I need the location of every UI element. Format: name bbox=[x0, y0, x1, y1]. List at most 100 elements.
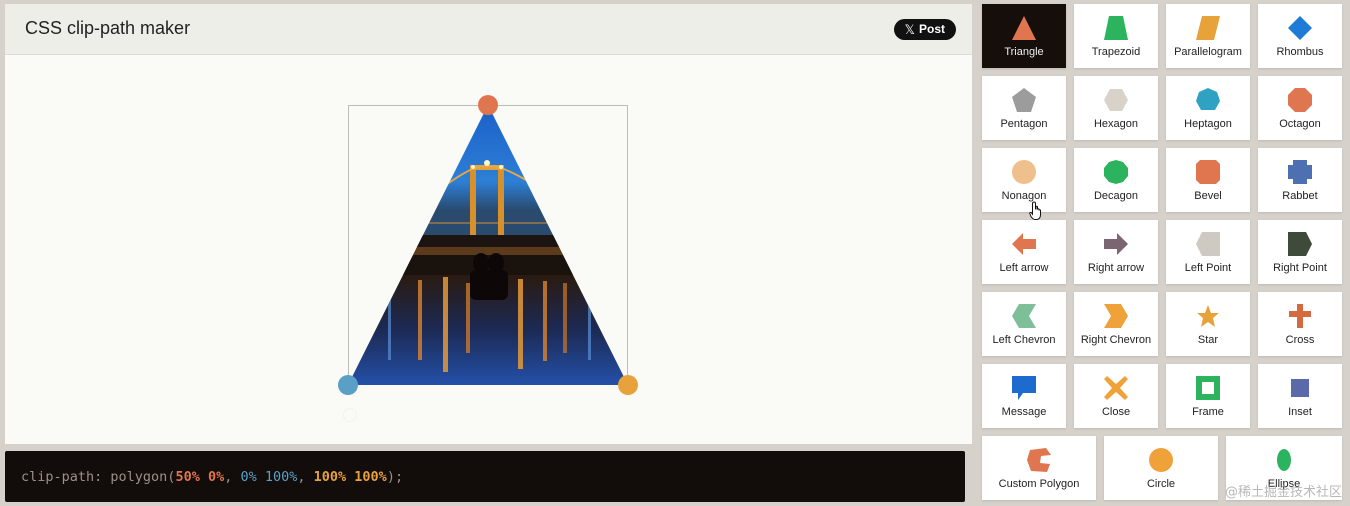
shape-tile-close[interactable]: Close bbox=[1074, 364, 1158, 428]
pentagon-icon bbox=[1011, 87, 1037, 113]
code-property: clip-path: bbox=[21, 469, 103, 485]
shape-label: Pentagon bbox=[1000, 118, 1048, 130]
hexagon-icon bbox=[1103, 87, 1129, 113]
shape-label: Rhombus bbox=[1276, 46, 1324, 58]
shape-label: Trapezoid bbox=[1091, 46, 1141, 58]
header: CSS clip-path maker 𝕏 Post bbox=[5, 4, 972, 55]
shape-label: Message bbox=[1001, 406, 1047, 418]
heptagon-icon bbox=[1195, 87, 1221, 113]
ghost-handle bbox=[343, 408, 357, 422]
shape-tile-cross[interactable]: Cross bbox=[1258, 292, 1342, 356]
shape-tile-heptagon[interactable]: Heptagon bbox=[1166, 76, 1250, 140]
shape-label: Heptagon bbox=[1184, 118, 1232, 130]
shape-label: Inset bbox=[1288, 406, 1312, 418]
polygon-handle-1[interactable] bbox=[478, 95, 498, 115]
shape-label: Right Chevron bbox=[1080, 334, 1152, 346]
parallelogram-icon bbox=[1195, 15, 1221, 41]
polygon-handle-2[interactable] bbox=[338, 375, 358, 395]
shape-tile-trapezoid[interactable]: Trapezoid bbox=[1074, 4, 1158, 68]
shape-label: Octagon bbox=[1279, 118, 1321, 130]
shape-tile-decagon[interactable]: Decagon bbox=[1074, 148, 1158, 212]
shape-label: Nonagon bbox=[1001, 190, 1047, 202]
shape-label: Triangle bbox=[1004, 46, 1044, 58]
message-icon bbox=[1011, 375, 1037, 401]
shape-tile-frame[interactable]: Frame bbox=[1166, 364, 1250, 428]
inset-icon bbox=[1287, 375, 1313, 401]
left-point-icon bbox=[1195, 231, 1221, 257]
shape-label: Frame bbox=[1192, 406, 1224, 418]
post-label: Post bbox=[918, 22, 945, 36]
post-button[interactable]: 𝕏 Post bbox=[893, 19, 956, 40]
shape-label: Hexagon bbox=[1093, 118, 1139, 130]
cross-icon bbox=[1287, 303, 1313, 329]
custom-polygon-icon bbox=[1026, 447, 1052, 473]
code-sep-2: , bbox=[297, 469, 314, 485]
clip-stage[interactable] bbox=[5, 56, 972, 444]
shape-tile-inset[interactable]: Inset bbox=[1258, 364, 1342, 428]
circle-icon bbox=[1148, 447, 1174, 473]
shape-tile-rabbet[interactable]: Rabbet bbox=[1258, 148, 1342, 212]
shape-label: Circle bbox=[1146, 478, 1176, 490]
right-chevron-icon bbox=[1103, 303, 1129, 329]
page-title: CSS clip-path maker bbox=[25, 18, 191, 38]
shape-tile-bevel[interactable]: Bevel bbox=[1166, 148, 1250, 212]
bevel-icon bbox=[1195, 159, 1221, 185]
right-point-icon bbox=[1287, 231, 1313, 257]
star-icon bbox=[1195, 303, 1221, 329]
shape-label: Rabbet bbox=[1282, 190, 1318, 202]
right-arrow-icon bbox=[1103, 231, 1129, 257]
code-sep-1: , bbox=[224, 469, 241, 485]
shape-label: Left Point bbox=[1184, 262, 1232, 274]
shape-tile-pentagon[interactable]: Pentagon bbox=[982, 76, 1066, 140]
code-point-3: 100% 100% bbox=[313, 469, 387, 485]
shape-tile-custom-polygon[interactable]: Custom Polygon bbox=[982, 436, 1096, 500]
left-arrow-icon bbox=[1011, 231, 1037, 257]
shape-label: Parallelogram bbox=[1174, 46, 1242, 58]
shape-tile-right-chevron[interactable]: Right Chevron bbox=[1074, 292, 1158, 356]
code-close: ); bbox=[386, 469, 404, 485]
nonagon-icon bbox=[1011, 159, 1037, 185]
shape-tile-rhombus[interactable]: Rhombus bbox=[1258, 4, 1342, 68]
shape-tile-left-chevron[interactable]: Left Chevron bbox=[982, 292, 1066, 356]
shape-label: Star bbox=[1197, 334, 1219, 346]
shape-label: Right Point bbox=[1273, 262, 1327, 274]
shape-label: Left Chevron bbox=[992, 334, 1056, 346]
shape-tile-triangle[interactable]: Triangle bbox=[982, 4, 1066, 68]
triangle-icon bbox=[1011, 15, 1037, 41]
shape-tile-right-arrow[interactable]: Right arrow bbox=[1074, 220, 1158, 284]
shape-tile-circle[interactable]: Circle bbox=[1104, 436, 1218, 500]
octagon-icon bbox=[1287, 87, 1313, 113]
ellipse-icon bbox=[1271, 447, 1297, 473]
code-point-2: 0% 100% bbox=[240, 469, 298, 485]
shape-tile-octagon[interactable]: Octagon bbox=[1258, 76, 1342, 140]
editor-panel: CSS clip-path maker 𝕏 Post bbox=[5, 4, 972, 444]
shape-label: Bevel bbox=[1194, 190, 1222, 202]
hand-pointer-icon bbox=[1029, 201, 1045, 226]
frame-icon bbox=[1195, 375, 1221, 401]
rabbet-icon bbox=[1287, 159, 1313, 185]
shape-label: Left arrow bbox=[999, 262, 1049, 274]
shape-tile-nonagon[interactable]: Nonagon bbox=[982, 148, 1066, 212]
x-logo-icon: 𝕏 bbox=[904, 22, 915, 37]
left-chevron-icon bbox=[1011, 303, 1037, 329]
shape-tile-parallelogram[interactable]: Parallelogram bbox=[1166, 4, 1250, 68]
shape-tile-left-arrow[interactable]: Left arrow bbox=[982, 220, 1066, 284]
shape-tile-left-point[interactable]: Left Point bbox=[1166, 220, 1250, 284]
code-output: clip-path: polygon(50% 0%, 0% 100%, 100%… bbox=[5, 451, 965, 502]
shape-label: Cross bbox=[1285, 334, 1315, 346]
decagon-icon bbox=[1103, 159, 1129, 185]
shape-tile-hexagon[interactable]: Hexagon bbox=[1074, 76, 1158, 140]
shape-label: Custom Polygon bbox=[998, 478, 1080, 490]
trapezoid-icon bbox=[1103, 15, 1129, 41]
watermark: @稀土掘金技术社区 bbox=[1224, 485, 1342, 500]
rhombus-icon bbox=[1287, 15, 1313, 41]
code-point-1: 50% 0% bbox=[175, 469, 225, 485]
shape-label: Right arrow bbox=[1087, 262, 1145, 274]
shape-tile-star[interactable]: Star bbox=[1166, 292, 1250, 356]
polygon-handle-3[interactable] bbox=[618, 375, 638, 395]
shape-tile-right-point[interactable]: Right Point bbox=[1258, 220, 1342, 284]
shape-tile-message[interactable]: Message bbox=[982, 364, 1066, 428]
code-function: polygon( bbox=[102, 469, 176, 485]
shape-label: Close bbox=[1101, 406, 1131, 418]
close-shape-icon bbox=[1103, 375, 1129, 401]
